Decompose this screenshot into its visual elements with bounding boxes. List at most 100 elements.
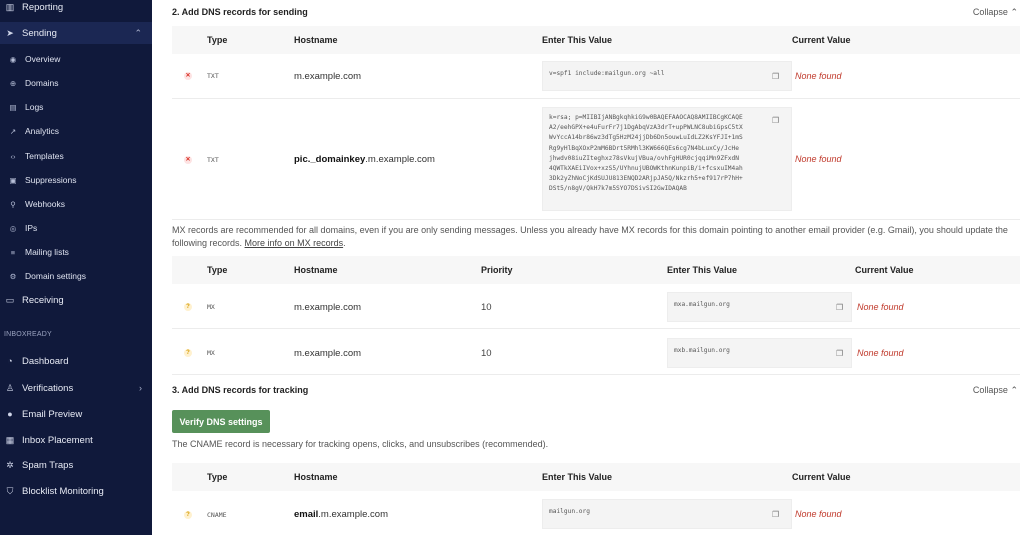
value-line: A2/eehGPX+e4uFurFr7j1DgAbqVzA3drT+upPWLN… [549,124,743,132]
column-header-type: Type [207,35,228,45]
webhook-icon: ⚲ [10,199,16,209]
sidebar-item-verifications[interactable]: ♙ Verifications › [0,380,152,396]
sidebar-item-label: Templates [25,151,64,161]
sidebar: ▥ Reporting ➤ Sending ⌃ ◉ Overview ⊕ Dom… [0,0,152,535]
record-type: TXT [207,72,219,80]
value-line: k=rsa; p=MIIBIjANBgkqhkiG9w0BAQEFAAOCAQ8… [549,114,743,121]
bar-chart-icon: ▥ [5,1,15,12]
sidebar-item-label: Webhooks [25,199,66,209]
sidebar-item-reporting[interactable]: ▥ Reporting [0,0,152,14]
sidebar-item-label: Spam Traps [22,459,74,471]
record-value-box[interactable]: mxb.mailgun.org [667,338,852,368]
current-value: None found [857,302,904,312]
sidebar-item-domains[interactable]: ⊕ Domains [0,76,152,90]
sidebar-item-domain-settings[interactable]: ⚙ Domain settings [0,269,152,283]
current-value: None found [795,154,842,164]
sidebar-item-dashboard[interactable]: ◔ Dashboard [0,353,152,369]
shield-icon: ⛉ [6,485,14,496]
hostname-prefix: email [294,509,319,520]
column-header-hostname: Hostname [294,35,338,45]
record-value-box[interactable]: mailgun.org [542,499,792,529]
hostname-suffix: .m.example.com [365,154,435,165]
copy-icon[interactable]: ❐ [772,116,779,125]
sidebar-item-blocklist-monitoring[interactable]: ⛉ Blocklist Monitoring [0,483,152,499]
sidebar-item-label: IPs [25,223,38,233]
sidebar-item-templates[interactable]: ‹› Templates [0,149,152,163]
dashboard-icon: ◔ [7,356,13,366]
mx-note: MX records are recommended for all domai… [172,225,1008,248]
collapse-sending-button[interactable]: Collapse ⌃ [973,7,1018,18]
sidebar-item-suppressions[interactable]: ▣ Suppressions [0,173,152,187]
collapse-label: Collapse [972,385,1008,395]
chevron-up-icon: ⌃ [1010,385,1018,395]
column-header-priority: Priority [481,265,513,275]
sidebar-item-mailing-lists[interactable]: ≡ Mailing lists [0,245,152,259]
copy-icon[interactable]: ❐ [772,510,779,519]
sidebar-item-label: Verifications [22,382,74,394]
mx-info-link[interactable]: More info on MX records [245,238,344,248]
value-line: DSt5/n8gV/QkH7k7m5SYO7DSivSI2GwIDAQAB [549,185,687,193]
chevron-right-icon: › [139,383,142,393]
record-type: TXT [207,156,219,164]
sidebar-item-label: Analytics [25,126,60,136]
copy-icon[interactable]: ❐ [836,303,843,312]
code-icon: ‹› [10,151,16,161]
sidebar-item-webhooks[interactable]: ⚲ Webhooks [0,197,152,211]
column-header-current: Current Value [792,472,851,482]
question-circle-icon: ? [184,511,192,519]
hostname-suffix: .m.example.com [318,509,388,520]
sidebar-item-sending[interactable]: ➤ Sending ⌃ [0,22,152,44]
chevron-up-icon: ⌃ [134,27,142,38]
block-icon: ▣ [9,175,17,185]
sidebar-item-analytics[interactable]: ↗ Analytics [0,124,152,138]
sidebar-item-label: Blocklist Monitoring [22,485,104,497]
column-header-hostname: Hostname [294,265,338,275]
user-check-icon: ♙ [5,382,15,393]
location-icon: ◎ [9,223,17,233]
current-value: None found [857,348,904,358]
sidebar-item-label: Inbox Placement [22,434,93,446]
record-hostname: m.example.com [294,302,362,313]
record-value: mxa.mailgun.org [674,301,730,308]
inbox-icon: ▭ [5,294,15,305]
record-value: v=spf1 include:mailgun.org ~all [549,70,665,77]
record-priority: 10 [481,348,492,359]
record-type: CNAME [207,511,227,519]
sidebar-item-logs[interactable]: ▤ Logs [0,100,152,114]
record-value-box[interactable]: mxa.mailgun.org [667,292,852,322]
column-header-type: Type [207,472,228,482]
current-value: None found [795,71,842,81]
eye-icon: ◉ [9,54,17,64]
collapse-tracking-button[interactable]: Collapse ⌃ [973,385,1018,396]
sidebar-item-email-preview[interactable]: ● Email Preview [0,406,152,422]
copy-icon[interactable]: ❐ [772,72,779,81]
sidebar-item-label: Mailing lists [25,247,69,257]
record-value-box[interactable]: k=rsa; p=MIIBIjANBgkqhkiG9w0BAQEFAAOCAQ8… [542,107,792,211]
record-hostname: m.example.com [294,348,362,359]
record-hostname: m.example.com [294,71,362,82]
send-icon: ➤ [6,27,14,38]
column-header-hostname: Hostname [294,472,338,482]
sidebar-item-spam-traps[interactable]: ✲ Spam Traps [0,457,152,473]
sidebar-item-label: Reporting [22,1,64,13]
value-line: jhwdv08iuZIteghxz78sVkujVBua/ovhFgHUR0cj… [549,154,739,162]
sidebar-item-receiving[interactable]: ▭ Receiving [0,292,152,308]
section-title-tracking: 3. Add DNS records for tracking [172,385,309,395]
record-value-box[interactable]: v=spf1 include:mailgun.org ~all [542,61,792,91]
chevron-up-icon: ⌃ [1010,7,1018,17]
record-hostname: pic._domainkey.m.example.com [294,154,435,165]
hostname-prefix: pic._domainkey [294,154,366,165]
value-line: 3Dk2yZhNoCjKdSUJU813ENQD2ARjpJA5Q/Nkzrh5… [549,175,743,183]
trend-icon: ↗ [9,126,17,136]
sidebar-item-ips[interactable]: ◎ IPs [0,221,152,235]
record-priority: 10 [481,302,492,313]
verify-dns-button[interactable]: Verify DNS settings [172,410,270,433]
column-header-current: Current Value [792,35,851,45]
copy-icon[interactable]: ❐ [836,349,843,358]
sidebar-item-overview[interactable]: ◉ Overview [0,52,152,66]
column-header-value: Enter This Value [542,35,613,45]
sidebar-item-label: Sending [22,27,57,39]
sidebar-item-inbox-placement[interactable]: ▦ Inbox Placement [0,432,152,448]
question-circle-icon: ? [184,349,192,357]
record-value: mxb.mailgun.org [674,347,730,354]
